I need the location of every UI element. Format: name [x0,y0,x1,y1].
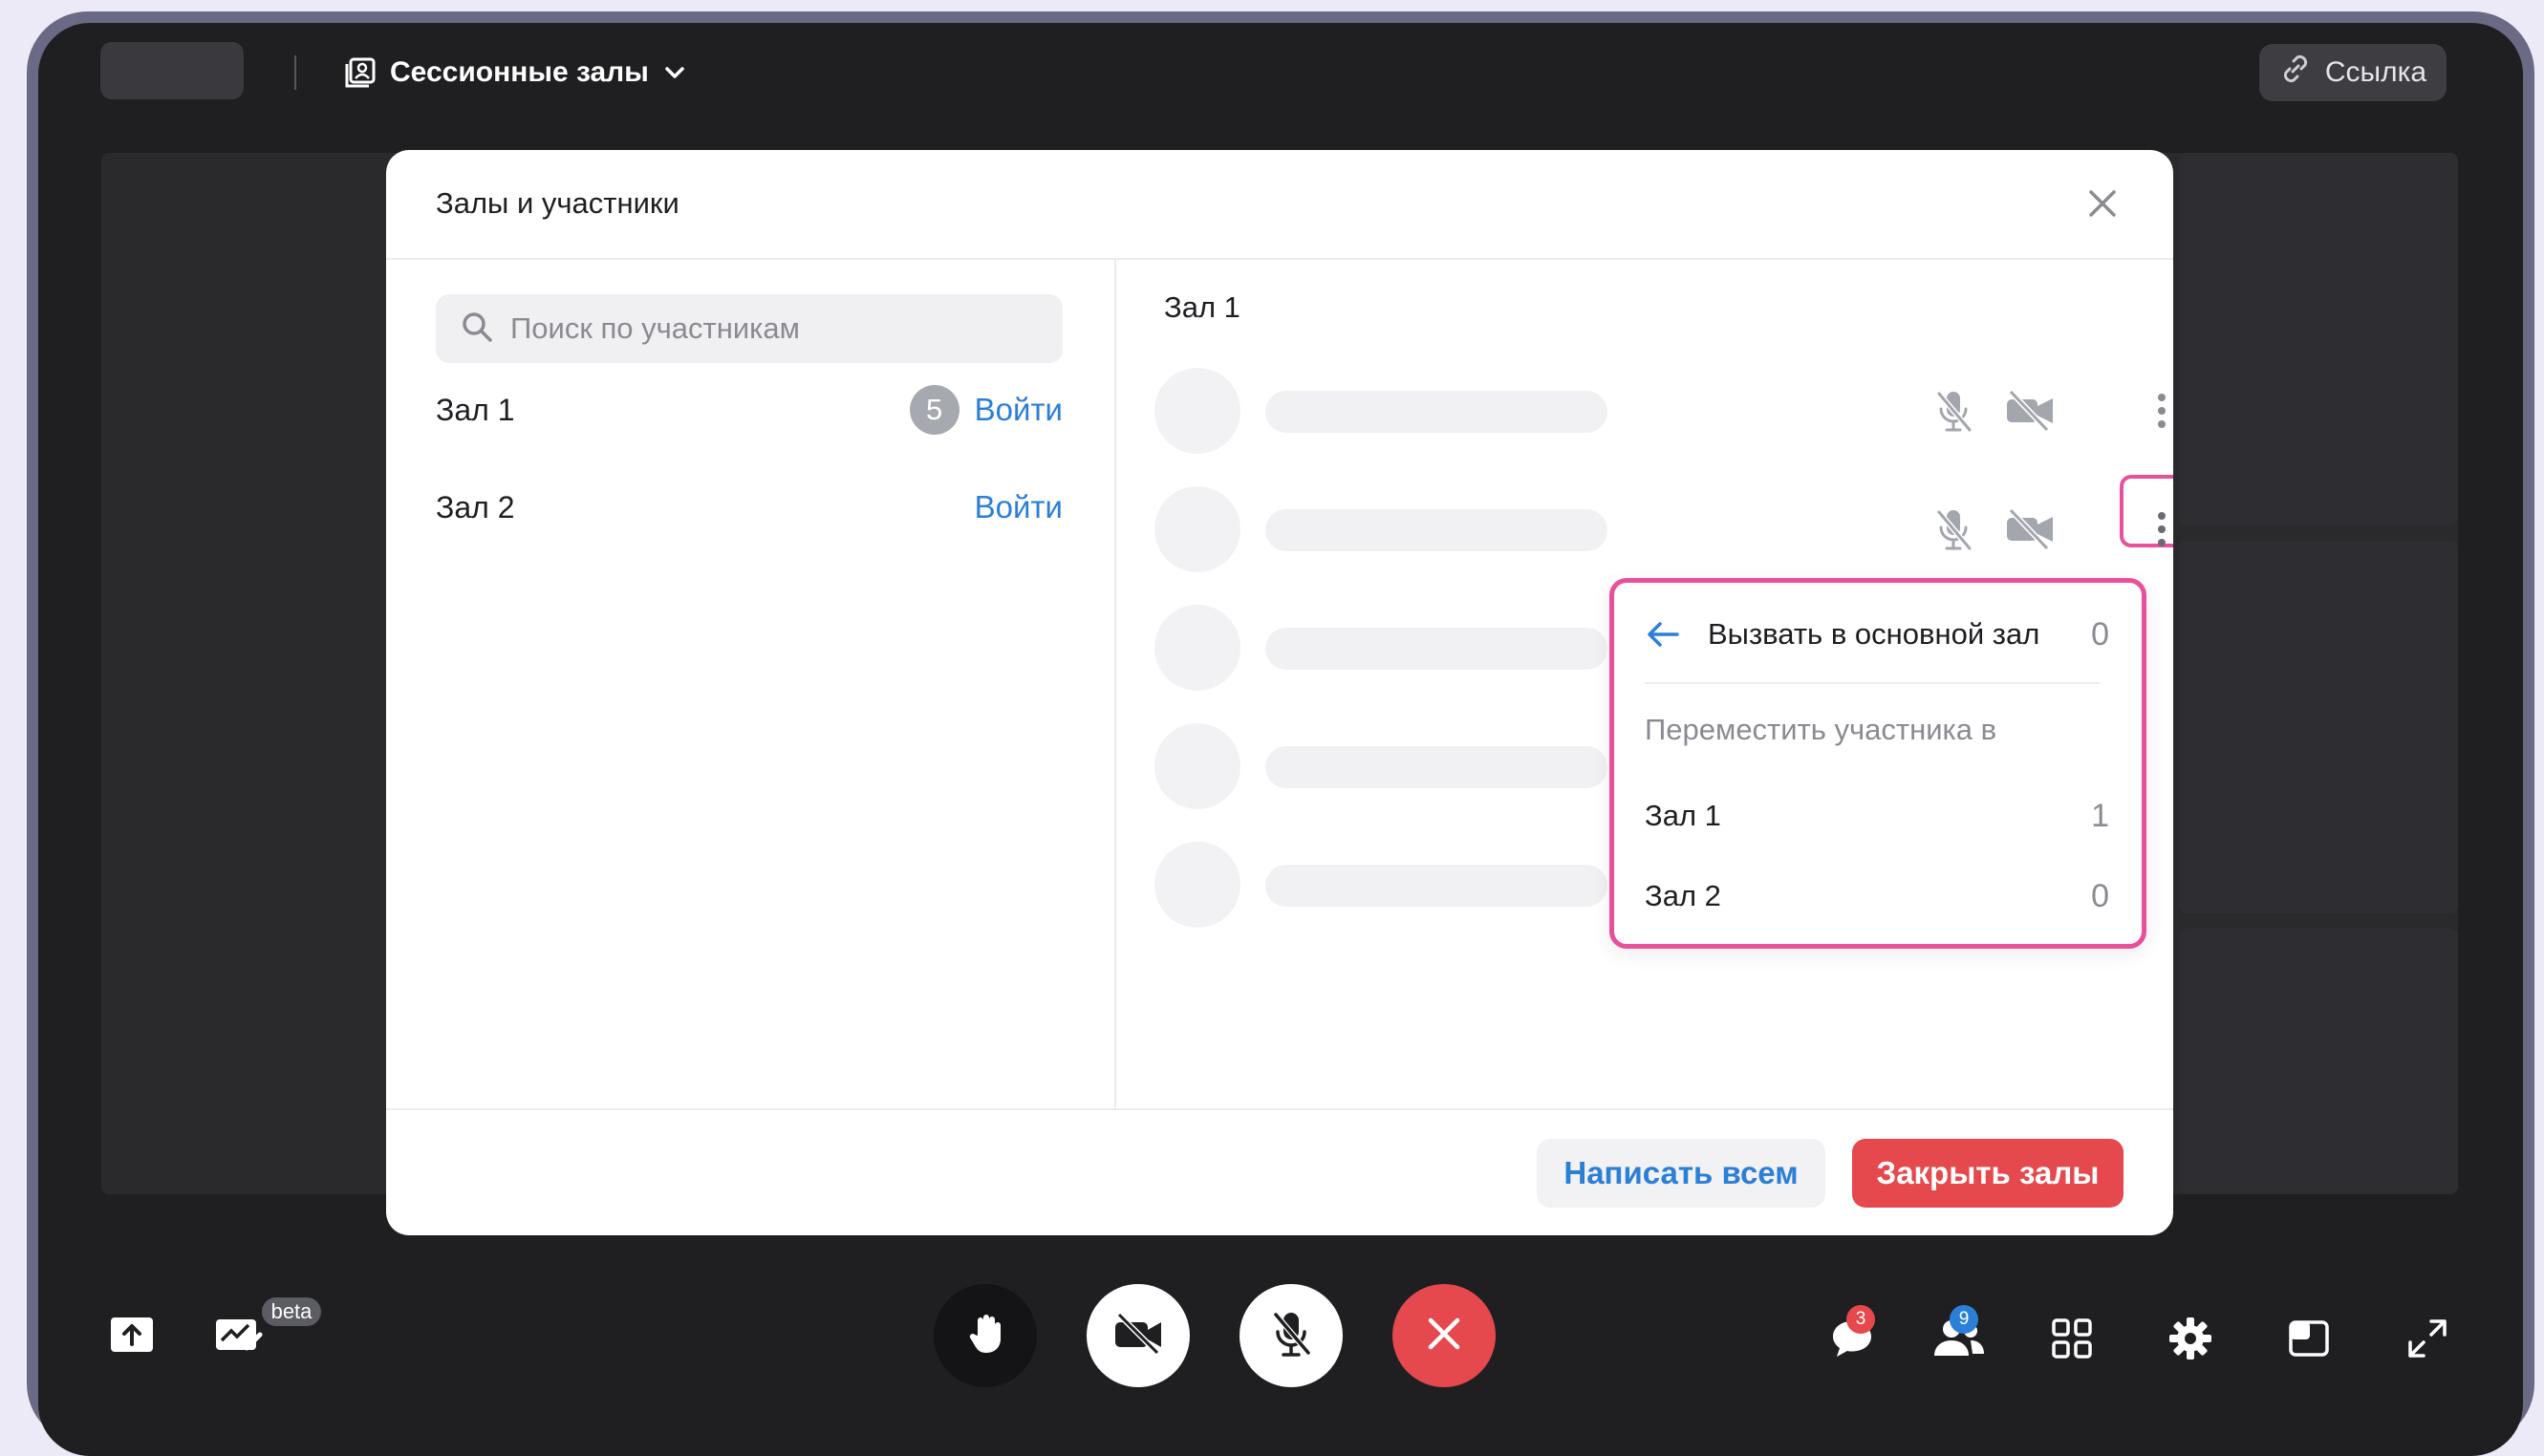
grid-icon [2051,1317,2093,1364]
copy-link-button[interactable]: Ссылка [2259,44,2447,101]
avatar [1154,605,1240,691]
participant-row [1154,368,2166,454]
gear-icon [2167,1316,2213,1366]
picture-in-picture-button[interactable] [2278,1310,2339,1371]
whiteboard-icon [214,1314,264,1360]
move-target-count: 0 [2091,877,2109,914]
raise-hand-button[interactable] [934,1284,1037,1387]
arrow-left-icon [1645,619,1681,650]
participant-mic-button[interactable] [1930,388,1976,434]
avatar [1154,842,1240,928]
enter-room-link[interactable]: Войти [975,489,1063,525]
move-target-name: Зал 1 [1645,799,1721,832]
move-to-room-item[interactable]: Зал 2 0 [1645,867,2109,925]
participant-camera-button[interactable] [2003,506,2057,552]
whiteboard-button[interactable] [208,1306,269,1367]
participant-context-menu: Вызвать в основной зал 0 Переместить уча… [1609,578,2146,949]
share-screen-button[interactable] [101,1306,162,1367]
layout-grid-button[interactable] [2041,1310,2102,1371]
main-room-count: 0 [2091,615,2109,653]
room-name: Зал 1 [436,392,515,427]
video-tile [2179,929,2458,1194]
copy-link-label: Ссылка [2324,56,2427,88]
modal-title: Залы и участники [436,186,679,220]
menu-divider [1645,682,2100,684]
close-icon [1425,1315,1463,1358]
room-item: Зал 1 5 Войти [436,376,1063,443]
call-to-main-room-item[interactable]: Вызвать в основной зал 0 [1645,606,2109,663]
fullscreen-button[interactable] [2397,1310,2458,1371]
participants-count-badge: 9 [1950,1305,1978,1334]
avatar [1154,723,1240,809]
link-icon [2279,53,2312,93]
upload-icon [109,1314,155,1360]
enter-room-link[interactable]: Войти [975,392,1063,428]
avatar [1154,368,1240,454]
selected-room-title: Зал 1 [1164,290,1240,324]
end-call-button[interactable] [1392,1284,1496,1387]
camera-off-icon [1111,1311,1165,1361]
move-section-title: Переместить участника в [1645,713,1997,746]
hand-icon [962,1311,1008,1361]
settings-button[interactable] [2160,1310,2221,1371]
more-vertical-icon [2139,512,2173,556]
participant-name-placeholder [1265,391,1607,433]
expand-icon [2406,1317,2448,1364]
header-divider [294,55,296,90]
chevron-down-icon [662,60,687,85]
participant-camera-button[interactable] [2003,388,2057,434]
mic-off-icon [1930,510,1976,556]
beta-badge: beta [262,1297,321,1326]
participant-mic-button[interactable] [1930,506,1976,552]
avatar [1154,486,1240,572]
close-rooms-button[interactable]: Закрыть залы [1852,1139,2124,1208]
room-participant-count: 5 [909,385,959,435]
chat-unread-badge: 3 [1846,1305,1875,1334]
camera-off-icon [2003,389,2057,438]
rooms-selector-label: Сессионные залы [390,56,649,88]
breakout-rooms-modal: Залы и участники Зал 1 5 Войти Зал 2 Вой… [386,150,2173,1235]
pip-icon [2288,1317,2330,1364]
participant-row [1154,475,2173,572]
move-target-name: Зал 2 [1645,879,1721,912]
room-item: Зал 2 Войти [436,474,1063,541]
participant-name-placeholder [1265,746,1607,788]
logo-placeholder [100,42,244,99]
message-all-button[interactable]: Написать всем [1537,1139,1825,1208]
more-vertical-icon [2139,394,2173,438]
close-modal-button[interactable] [2081,182,2124,225]
close-icon [2081,190,2124,228]
room-name: Зал 2 [436,489,515,525]
rooms-icon [344,56,377,89]
rooms-list-pane: Зал 1 5 Войти Зал 2 Войти [386,260,1116,1108]
rooms-selector[interactable]: Сессионные залы [344,50,687,96]
mic-off-icon [1268,1309,1314,1363]
participant-name-placeholder [1265,628,1607,670]
move-target-count: 1 [2091,797,2109,834]
participant-search[interactable] [436,294,1063,363]
move-to-room-item[interactable]: Зал 1 1 [1645,787,2109,845]
video-tile [2179,541,2458,913]
participant-name-placeholder [1265,509,1607,551]
modal-footer: Написать всем Закрыть залы [386,1108,2173,1235]
microphone-toggle-button[interactable] [1240,1284,1343,1387]
modal-header: Залы и участники [386,150,2173,260]
mic-off-icon [1930,392,1976,438]
camera-off-icon [2003,507,2057,556]
camera-toggle-button[interactable] [1087,1284,1190,1387]
participant-name-placeholder [1265,865,1607,907]
call-to-main-room-label: Вызвать в основной зал [1708,617,2040,651]
participant-more-button[interactable] [2139,388,2173,434]
participant-more-button[interactable] [2139,506,2173,552]
search-input[interactable] [508,310,1047,347]
video-tile [2179,153,2458,525]
search-icon [461,310,493,348]
